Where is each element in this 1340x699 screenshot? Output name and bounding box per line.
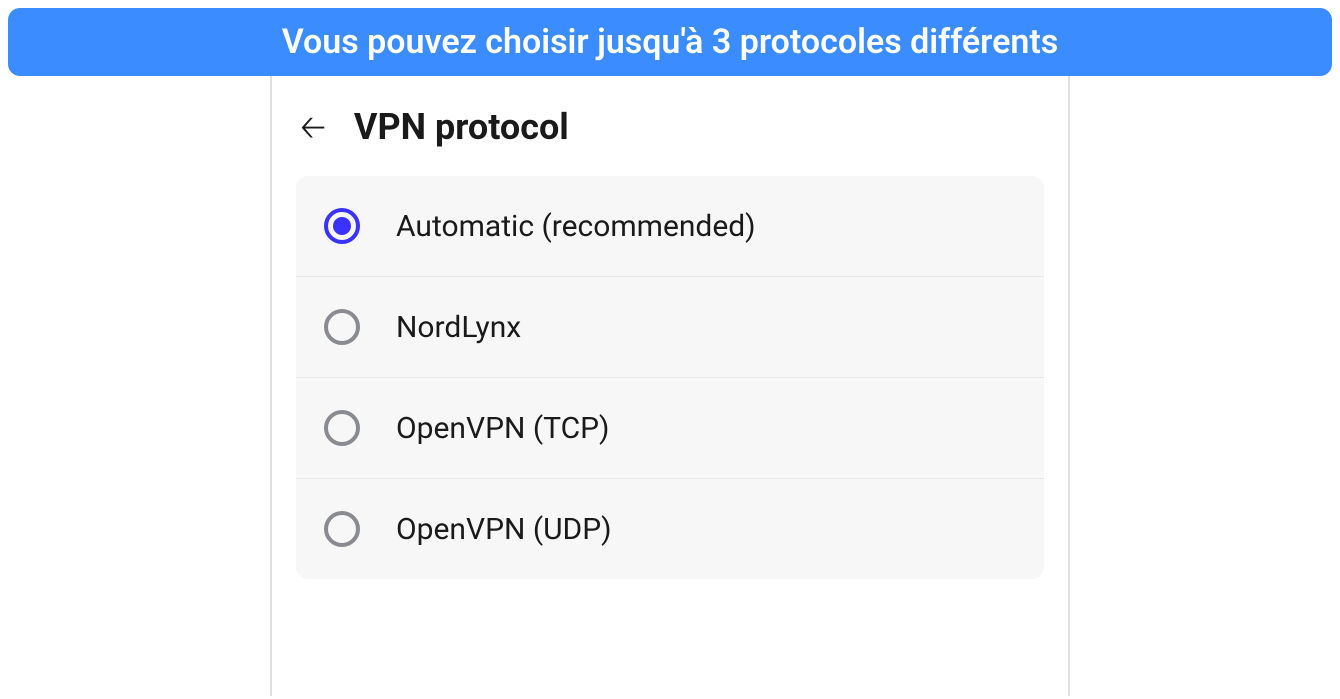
protocol-option-openvpn-tcp[interactable]: OpenVPN (TCP) bbox=[296, 378, 1044, 479]
back-arrow-icon[interactable]: 🡠 bbox=[300, 111, 326, 143]
option-label: OpenVPN (TCP) bbox=[396, 411, 610, 446]
option-label: NordLynx bbox=[396, 310, 521, 345]
banner-text: Vous pouvez choisir jusqu'à 3 protocoles… bbox=[282, 22, 1059, 62]
protocol-option-automatic[interactable]: Automatic (recommended) bbox=[296, 176, 1044, 277]
radio-selected-icon bbox=[324, 208, 360, 244]
protocol-options-panel: Automatic (recommended) NordLynx OpenVPN… bbox=[296, 176, 1044, 579]
annotation-banner: Vous pouvez choisir jusqu'à 3 protocoles… bbox=[8, 8, 1332, 76]
radio-unselected-icon bbox=[324, 511, 360, 547]
radio-unselected-icon bbox=[324, 309, 360, 345]
screen-header: 🡠 VPN protocol bbox=[272, 86, 1068, 176]
option-label: OpenVPN (UDP) bbox=[396, 512, 612, 547]
app-screen: 🡠 VPN protocol Automatic (recommended) N… bbox=[270, 76, 1070, 696]
protocol-option-openvpn-udp[interactable]: OpenVPN (UDP) bbox=[296, 479, 1044, 579]
option-label: Automatic (recommended) bbox=[396, 209, 756, 244]
protocol-option-nordlynx[interactable]: NordLynx bbox=[296, 277, 1044, 378]
page-title: VPN protocol bbox=[354, 106, 569, 148]
radio-unselected-icon bbox=[324, 410, 360, 446]
